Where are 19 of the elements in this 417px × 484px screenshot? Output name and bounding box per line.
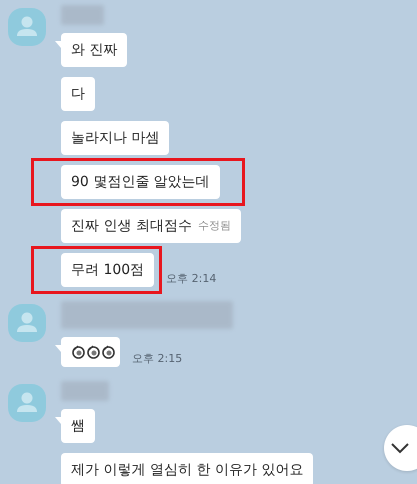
message-text: 쌤 bbox=[71, 417, 85, 435]
message-text: 진짜 인생 최대점수 bbox=[71, 217, 192, 235]
avatar-icon[interactable] bbox=[8, 384, 46, 422]
message-text: 무려 100점 bbox=[71, 261, 144, 279]
message-text: 제가 이렇게 열심히 한 이유가 있어요 bbox=[71, 461, 304, 479]
message-text: 와 진짜 bbox=[71, 41, 118, 59]
message-time: 오후 2:15 bbox=[132, 351, 182, 366]
chevron-down-icon bbox=[390, 442, 410, 454]
edited-label: 수정됨 bbox=[198, 218, 231, 234]
scroll-down-button[interactable] bbox=[384, 425, 417, 471]
message-text: 놀라지나 마셈 bbox=[71, 129, 160, 147]
clap-icon bbox=[86, 345, 100, 359]
avatar-icon[interactable] bbox=[8, 8, 46, 46]
message-text: 다 bbox=[71, 85, 85, 103]
clap-icon bbox=[71, 345, 85, 359]
message-time: 오후 2:14 bbox=[166, 271, 216, 286]
clap-icon bbox=[101, 345, 115, 359]
avatar-icon[interactable] bbox=[8, 304, 46, 342]
message-text: 90 몇점인줄 알았는데 bbox=[71, 173, 210, 191]
